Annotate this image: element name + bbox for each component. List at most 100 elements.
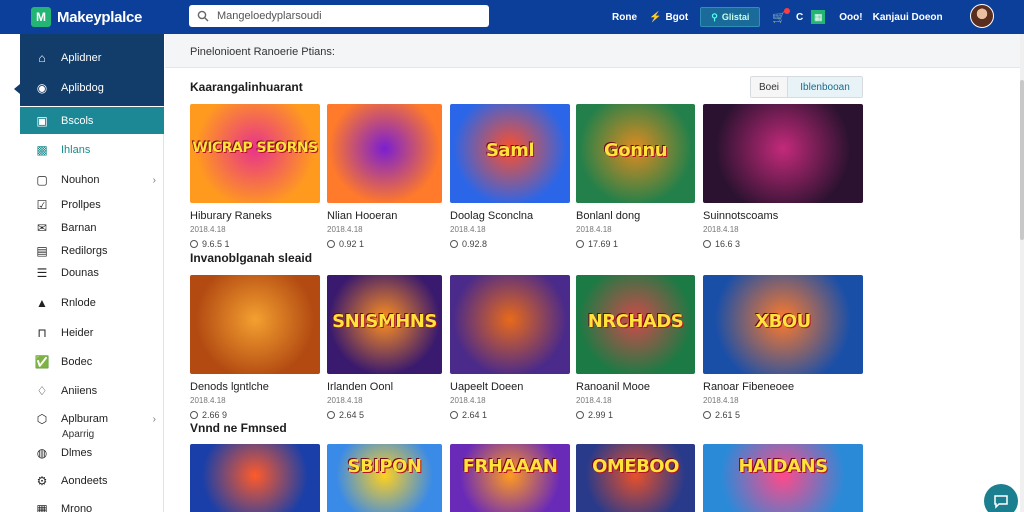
sidebar-item-0[interactable]: ⌂ Aplidner [20,46,164,70]
game-price: 0.92 1 [327,239,442,249]
person-icon: ▲ [36,296,48,310]
coin-icon [576,411,584,419]
cart-count: C [796,11,804,23]
sidebar-item-3[interactable]: ▩ Ihlans [20,138,164,162]
game-thumbnail[interactable] [327,104,442,203]
game-card[interactable]: SBIPON [327,444,442,512]
game-date: 2018.4.18 [450,225,486,234]
game-price: 2.66 9 [190,410,320,420]
game-price: 2.64 1 [450,410,570,420]
game-thumbnail[interactable]: HAIDANS [703,444,863,512]
brand[interactable]: M Makeyplalce [31,7,181,27]
cart-icon[interactable]: 🛒 [772,7,791,24]
top-navigation-bar: M Makeyplalce Rone ⚡Bgot ⚲ Glistai 🛒 C ▦… [0,0,1024,34]
sidebar-item-6[interactable]: ✉ Barnan [20,216,164,240]
search-input[interactable] [217,10,489,22]
game-thumbnail[interactable]: XBOU [703,275,863,374]
nav-link-bot[interactable]: ⚡ Bgot [649,12,688,23]
sidebar-item-4[interactable]: ▢ Nouhon › [20,168,164,192]
game-card[interactable]: Suinnotscoams 2018.4.18 16.6 3 [703,104,863,249]
controller-icon: ▩ [36,143,48,157]
game-card[interactable]: Uapeelt Doeen 2018.4.18 2.64 1 [450,275,570,420]
game-card[interactable]: OMEBOO [576,444,695,512]
game-title[interactable]: Irlanden Oonl [327,381,442,393]
game-date: 2018.4.18 [327,396,363,405]
game-date: 2018.4.18 [450,396,486,405]
game-thumbnail[interactable] [450,275,570,374]
game-thumbnail[interactable] [703,104,863,203]
sidebar-item-10[interactable]: ⊓ Heider [20,321,164,345]
game-thumbnail[interactable]: SBIPON [327,444,442,512]
game-title[interactable]: Nlian Hooeran [327,210,442,222]
game-card[interactable]: NRCHADS Ranoanil Mooe 2018.4.18 2.99 1 [576,275,695,420]
game-price-value: 16.6 3 [715,239,741,249]
sidebar-item-13[interactable]: ⬡ Aplburam › [20,407,164,431]
sidebar-item-9[interactable]: ▲ Rnlode [20,291,164,315]
game-card[interactable]: Saml Doolag Sconclna 2018.4.18 0.92.8 [450,104,570,249]
sidebar-item-16[interactable]: ▦ Mrono [20,497,164,512]
chevron-right-icon: › [152,413,156,425]
game-thumbnail[interactable]: WICRAP SEORNS [190,104,320,203]
game-card[interactable]: Nlian Hooeran 2018.4.18 0.92 1 [327,104,442,249]
sidebar-item-2[interactable]: ▣ Bscols [20,107,164,134]
game-thumbnail[interactable]: OMEBOO [576,444,695,512]
game-card[interactable]: Gonnu Bonlanl dong 2018.4.18 17.69 1 [576,104,695,249]
game-card[interactable]: SNISMHNS Irlanden Oonl 2018.4.18 2.64 5 [327,275,442,420]
game-date: 2018.4.18 [703,225,739,234]
coin-icon [450,411,458,419]
game-title[interactable]: Suinnotscoams [703,210,863,222]
brand-logo-icon: M [31,7,51,27]
sidebar-item-7[interactable]: ▤ Redilorgs [20,239,164,263]
avatar[interactable] [970,4,994,28]
sidebar-item-label: Bscols [61,114,94,127]
location-pill-button[interactable]: ⚲ Glistai [700,7,761,27]
game-title[interactable]: Uapeelt Doeen [450,381,570,393]
game-thumbnail[interactable] [190,275,320,374]
user-name[interactable]: Kanjaui Doeon [873,12,943,23]
game-thumbnail[interactable]: Gonnu [576,104,695,203]
apps-grid-icon[interactable]: ▦ [811,10,826,24]
sidebar-item-label: Ihlans [61,144,91,156]
chat-button[interactable] [984,484,1018,512]
game-thumbnail[interactable]: NRCHADS [576,275,695,374]
header-nav: Rone ⚡ Bgot ⚲ Glistai 🛒 C ▦ Ooo! Kanjaui … [612,0,943,34]
sidebar-item-11[interactable]: ✅ Bodec [20,350,164,374]
sidebar-item-15[interactable]: ⚙ Aondeets [20,469,164,493]
game-title[interactable]: Hiburary Raneks [190,210,320,222]
game-title[interactable]: Doolag Sconclna [450,210,570,222]
grid-icon: ▦ [36,502,48,512]
game-card[interactable]: Denods lgntlche 2018.4.18 2.66 9 [190,275,320,420]
game-thumbnail[interactable]: Saml [450,104,570,203]
sidebar-item-12[interactable]: ♢ Aniiens [20,379,164,403]
game-card[interactable]: WICRAP SEORNS Hiburary Raneks 2018.4.18 9.6… [190,104,320,249]
game-card[interactable]: XBOU Ranoar Fibeneoee 2018.4.18 2.61 5 [703,275,863,420]
sidebar-item-label: Rnlode [61,297,96,309]
toggle-option-off[interactable]: Boei [751,77,788,97]
sidebar-item-8[interactable]: ☰ Dounas [20,261,164,285]
sidebar-item-label: Barnan [61,222,97,234]
sidebar-item-1[interactable]: ◉ Aplibdog [20,76,164,100]
view-toggle: Boei Iblenbooan [750,76,864,98]
search-box[interactable] [189,5,489,27]
section-title: Vnnd ne Fmnsed [190,421,287,435]
game-card[interactable] [190,444,320,512]
game-thumbnail[interactable] [190,444,320,512]
game-thumbnail[interactable]: SNISMHNS [327,275,442,374]
game-title[interactable]: Ranoar Fibeneoee [703,381,863,393]
nav-link-home[interactable]: Rone [612,12,637,23]
game-thumbnail[interactable]: FRHAAAN [450,444,570,512]
game-date: 2018.4.18 [576,225,612,234]
game-price-value: 2.64 5 [339,410,365,420]
game-price-value: 17.69 1 [588,239,619,249]
game-title[interactable]: Denods lgntlche [190,381,320,393]
game-title[interactable]: Ranoanil Mooe [576,381,695,393]
game-date: 2018.4.18 [576,396,612,405]
scrollbar-thumb[interactable] [1020,80,1024,240]
sidebar-item-5[interactable]: ☑ Prollpes [20,193,164,217]
game-card[interactable]: HAIDANS [703,444,863,512]
sidebar-item-14[interactable]: ◍ Dlmes [20,441,164,465]
game-card[interactable]: FRHAAAN [450,444,570,512]
chat-icon [994,495,1008,509]
toggle-option-on[interactable]: Iblenbooan [787,77,863,97]
game-title[interactable]: Bonlanl dong [576,210,695,222]
